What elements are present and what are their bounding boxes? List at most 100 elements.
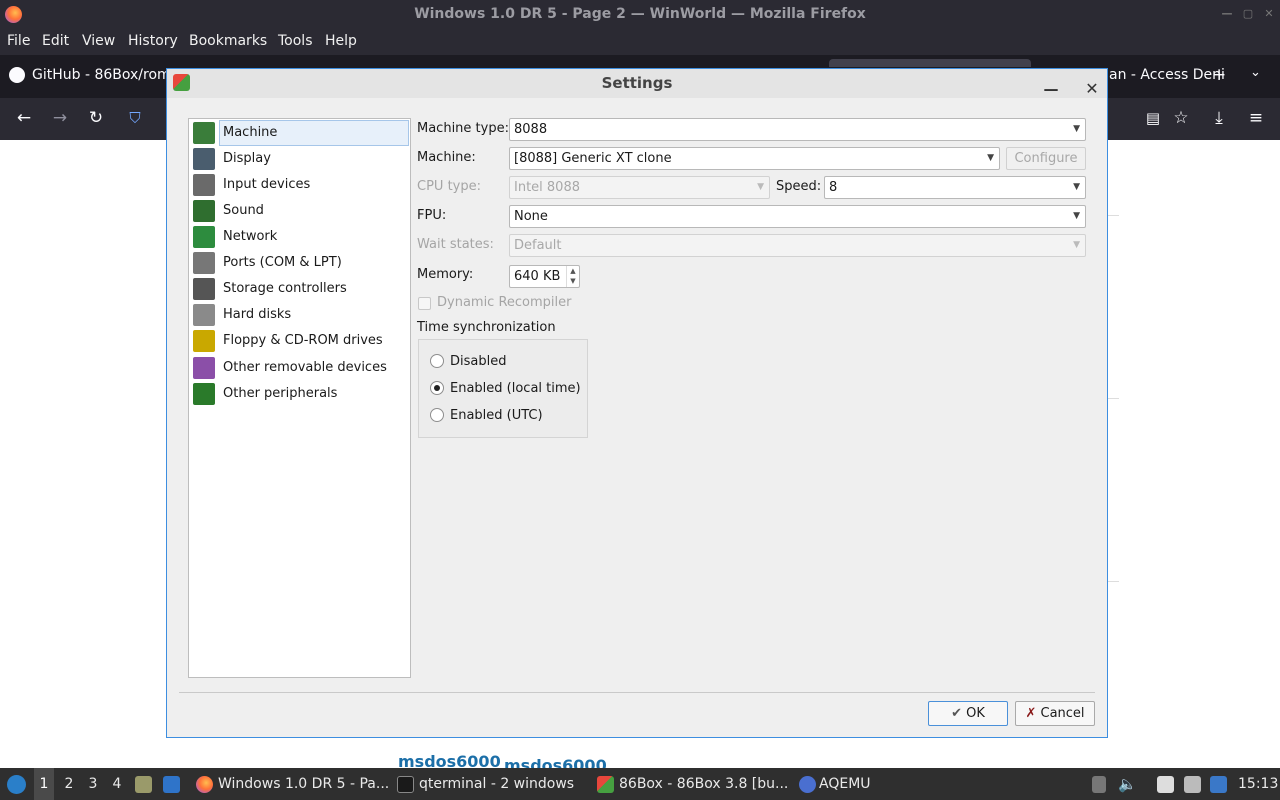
clock[interactable]: 15:13 (1238, 768, 1278, 800)
category-input-devices[interactable]: Input devices (191, 172, 409, 198)
time-sync-utc-radio[interactable] (430, 408, 444, 422)
new-tab-icon[interactable]: + (1212, 65, 1226, 85)
clipboard-icon[interactable] (1157, 776, 1174, 793)
reader-view-icon[interactable]: ▤ (1143, 108, 1163, 128)
menu-tools[interactable]: Tools (278, 33, 313, 49)
browser-menubar: File Edit View History Bookmarks Tools H… (0, 29, 1280, 55)
display-icon (193, 148, 215, 170)
volume-icon[interactable]: 🔈 (1118, 768, 1137, 800)
shield-icon[interactable]: ⛉ (125, 108, 145, 128)
screenshot-icon[interactable] (1184, 776, 1201, 793)
hamburger-menu-icon[interactable]: ≡ (1246, 108, 1266, 128)
menu-view[interactable]: View (82, 33, 115, 49)
time-sync-option-label: Enabled (UTC) (450, 408, 543, 423)
download-icon[interactable]: ⤓ (1209, 108, 1229, 128)
cpu-type-select[interactable]: Intel 8088 ▼ (509, 176, 770, 199)
task-aqemu[interactable]: AQEMU (819, 768, 871, 800)
menu-bookmarks[interactable]: Bookmarks (189, 33, 267, 49)
fpu-select[interactable]: None ▼ (509, 205, 1086, 228)
spin-arrows-icon[interactable]: ▲ ▼ (566, 266, 579, 287)
terminal-icon (397, 776, 414, 793)
ok-button[interactable]: ✔ OK (928, 701, 1008, 726)
cancel-x-icon: ✗ (1025, 706, 1037, 721)
chevron-down-icon: ▼ (757, 182, 764, 192)
workspace-2[interactable]: 2 (60, 768, 78, 800)
taskbar: 1 2 3 4 Windows 1.0 DR 5 - Pa... qtermin… (0, 768, 1280, 800)
update-notifier-icon[interactable] (1210, 776, 1227, 793)
hard-disk-icon (193, 304, 215, 326)
category-network[interactable]: Network (191, 224, 409, 250)
machine-type-select[interactable]: 8088 ▼ (509, 118, 1086, 141)
workspace-4[interactable]: 4 (108, 768, 126, 800)
menu-file[interactable]: File (7, 33, 30, 49)
time-sync-disabled-radio[interactable] (430, 354, 444, 368)
86box-icon (597, 776, 614, 793)
task-firefox[interactable]: Windows 1.0 DR 5 - Pa... (218, 768, 389, 800)
settings-category-list: Machine Display Input devices Sound Netw… (188, 118, 411, 678)
storage-controller-icon (193, 278, 215, 300)
workspace-3[interactable]: 3 (84, 768, 102, 800)
page-divider (1107, 398, 1119, 399)
firefox-logo-icon (5, 6, 22, 23)
forward-icon[interactable]: → (50, 108, 70, 128)
category-sound[interactable]: Sound (191, 198, 409, 224)
motherboard-icon (193, 122, 215, 144)
file-manager-icon[interactable] (135, 776, 152, 793)
dialog-minimize-icon[interactable]: — (1043, 75, 1059, 104)
show-desktop-icon[interactable] (163, 776, 180, 793)
category-other-peripherals[interactable]: Other peripherals (191, 381, 409, 407)
dialog-separator (179, 692, 1095, 693)
tab-active[interactable] (829, 59, 1031, 67)
time-sync-label: Time synchronization (417, 320, 556, 335)
close-icon[interactable]: ✕ (1262, 7, 1276, 21)
category-floppy-cdrom[interactable]: Floppy & CD-ROM drives (191, 328, 409, 354)
category-machine[interactable]: Machine (191, 120, 409, 146)
dialog-close-icon[interactable]: ✕ (1084, 74, 1100, 103)
category-hard-disks[interactable]: Hard disks (191, 302, 409, 328)
chip-icon (193, 383, 215, 405)
time-sync-local-radio[interactable] (430, 381, 444, 395)
time-sync-option-label: Disabled (450, 354, 507, 369)
dynamic-recompiler-checkbox[interactable] (418, 297, 431, 310)
tab-list-icon[interactable]: ⌄ (1250, 65, 1261, 80)
page-divider (1107, 215, 1119, 216)
network-icon (193, 226, 215, 248)
menu-history[interactable]: History (128, 33, 178, 49)
category-storage-controllers[interactable]: Storage controllers (191, 276, 409, 302)
github-icon (9, 67, 25, 83)
tray-arrow-icon[interactable] (1092, 776, 1106, 793)
workspace-1[interactable]: 1 (34, 768, 54, 800)
tab-access-denied[interactable]: an - Access Deni (1109, 67, 1225, 83)
category-display[interactable]: Display (191, 146, 409, 172)
category-ports[interactable]: Ports (COM & LPT) (191, 250, 409, 276)
chevron-down-icon: ▼ (1073, 182, 1080, 192)
chevron-down-icon: ▼ (1073, 240, 1080, 250)
settings-dialog: Settings — ✕ Machine Display Input devic… (166, 68, 1108, 738)
minimize-icon[interactable]: — (1220, 7, 1234, 21)
start-menu-icon[interactable] (7, 775, 26, 794)
maximize-icon[interactable]: ▢ (1241, 7, 1255, 21)
bookmark-star-icon[interactable]: ☆ (1171, 108, 1191, 128)
tab-github[interactable]: GitHub - 86Box/roms (32, 67, 178, 83)
cancel-button[interactable]: ✗ Cancel (1015, 701, 1095, 726)
memory-label: Memory: (417, 267, 474, 282)
task-qterminal[interactable]: qterminal - 2 windows (419, 768, 574, 800)
speed-select[interactable]: 8 ▼ (824, 176, 1086, 199)
task-86box[interactable]: 86Box - 86Box 3.8 [bu... (619, 768, 788, 800)
reload-icon[interactable]: ↻ (86, 108, 106, 128)
menu-edit[interactable]: Edit (42, 33, 69, 49)
port-icon (193, 252, 215, 274)
dialog-title: Settings (601, 74, 673, 92)
memory-spinbox[interactable]: 640 KB ▲ ▼ (509, 265, 580, 288)
wait-states-select[interactable]: Default ▼ (509, 234, 1086, 257)
category-other-removable[interactable]: Other removable devices (191, 355, 409, 381)
machine-select[interactable]: [8088] Generic XT clone ▼ (509, 147, 1000, 170)
fpu-label: FPU: (417, 208, 447, 223)
machine-type-label: Machine type: (417, 121, 509, 136)
aqemu-icon (799, 776, 816, 793)
back-icon[interactable]: ← (14, 108, 34, 128)
configure-button[interactable]: Configure (1006, 147, 1086, 170)
menu-help[interactable]: Help (325, 33, 357, 49)
machine-label: Machine: (417, 150, 476, 165)
firefox-icon (196, 776, 213, 793)
